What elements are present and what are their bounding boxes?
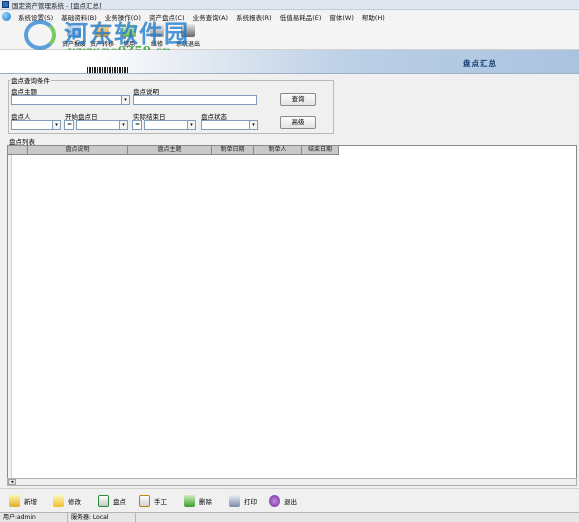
manual-button[interactable]: 手工: [139, 494, 167, 508]
page-title: 盘点汇总: [463, 59, 497, 68]
description-input[interactable]: [133, 95, 257, 105]
status-select[interactable]: ▾: [201, 120, 258, 130]
transfer-icon: [95, 24, 109, 37]
inventory-button[interactable]: 盘点: [98, 494, 126, 508]
exit-icon: [181, 24, 195, 37]
add-button[interactable]: 新增: [9, 494, 37, 508]
status-bar: 用户:admin 服务器: Local: [0, 512, 579, 522]
horizontal-scrollbar[interactable]: ◂: [7, 478, 577, 486]
edit-button[interactable]: 修改: [53, 494, 81, 508]
end-date-operator[interactable]: =: [132, 120, 142, 130]
column-header-subject[interactable]: 盘点主题: [128, 146, 212, 155]
barcode-icon: [87, 67, 129, 73]
row-selector-column: [8, 155, 12, 483]
delete-button[interactable]: 删除: [184, 494, 212, 508]
menu-basic-data[interactable]: 基础资料(B): [57, 12, 101, 22]
column-header-creator[interactable]: 制单人: [254, 146, 302, 155]
scrap-icon: [67, 24, 81, 37]
status-user: 用户:admin: [0, 512, 68, 522]
menu-bar: 系统设置(S) 基础资料(B) 业务操作(O) 资产盘点(C) 业务查询(A) …: [0, 11, 579, 22]
column-header-end-date[interactable]: 结束日期: [302, 146, 339, 155]
menu-asset-inventory[interactable]: 资产盘点(C): [145, 12, 189, 22]
subject-select[interactable]: ▾: [11, 95, 130, 105]
system-menu-icon[interactable]: [2, 12, 11, 21]
menu-consumables[interactable]: 低值易耗品(E): [276, 12, 326, 22]
window-title: 国定资产管理系统 - [盘点汇总]: [12, 1, 102, 10]
exit-button[interactable]: 退出: [269, 494, 297, 508]
inventory-icon: [98, 495, 109, 507]
start-date-picker[interactable]: ▾: [76, 120, 128, 130]
start-date-operator[interactable]: =: [64, 120, 74, 130]
inventory-grid[interactable]: 盘点说明 盘点主题 制单日期 制单人 结束日期: [7, 145, 577, 485]
chevron-down-icon: ▾: [249, 121, 257, 129]
manual-icon: [139, 495, 150, 507]
print-icon: [229, 495, 240, 507]
borrow-icon: [122, 24, 136, 37]
toolbar: 资产报废 资产转移 借用 维修 系统退出: [0, 22, 579, 50]
grid-header: 盘点说明 盘点主题 制单日期 制单人 结束日期: [8, 146, 339, 155]
app-icon: [2, 1, 9, 8]
repair-button[interactable]: 维修: [143, 24, 171, 49]
search-button[interactable]: 查询: [280, 93, 316, 106]
menu-system-settings[interactable]: 系统设置(S): [14, 12, 57, 22]
page-banner: 盘点汇总: [0, 50, 579, 74]
column-header-description[interactable]: 盘点说明: [28, 146, 128, 155]
chevron-down-icon: ▾: [52, 121, 60, 129]
scroll-left-icon[interactable]: ◂: [8, 479, 16, 485]
menu-business-query[interactable]: 业务查询(A): [189, 12, 233, 22]
menu-system-reports[interactable]: 系统报表(R): [232, 12, 276, 22]
menu-help[interactable]: 帮助(H): [358, 12, 389, 22]
menu-window[interactable]: 窗体(W): [325, 12, 358, 22]
chevron-down-icon: ▾: [119, 121, 127, 129]
action-bar: 新增 修改 盘点 手工 删除 打印 退出: [0, 488, 579, 512]
grid-corner: [8, 146, 28, 155]
system-exit-button[interactable]: 系统退出: [174, 24, 202, 49]
add-icon: [9, 495, 20, 507]
column-header-created-date[interactable]: 制单日期: [212, 146, 254, 155]
end-date-picker[interactable]: ▾: [144, 120, 196, 130]
wrench-icon: [150, 24, 164, 37]
person-select[interactable]: ▾: [11, 120, 61, 130]
advanced-button[interactable]: 高级: [280, 116, 316, 129]
asset-scrap-button[interactable]: 资产报废: [60, 24, 88, 49]
chevron-down-icon: ▾: [121, 96, 129, 104]
asset-transfer-button[interactable]: 资产转移: [88, 24, 116, 49]
query-group-label: 盘点查询条件: [10, 75, 51, 85]
title-bar: 国定资产管理系统 - [盘点汇总]: [0, 0, 579, 10]
status-server: 服务器: Local: [68, 512, 136, 522]
trash-icon: [184, 495, 195, 507]
menu-business-ops[interactable]: 业务操作(O): [101, 12, 145, 22]
edit-icon: [53, 495, 64, 507]
power-icon: [269, 495, 280, 507]
print-button[interactable]: 打印: [229, 494, 257, 508]
chevron-down-icon: ▾: [187, 121, 195, 129]
borrow-button[interactable]: 借用: [115, 24, 143, 49]
